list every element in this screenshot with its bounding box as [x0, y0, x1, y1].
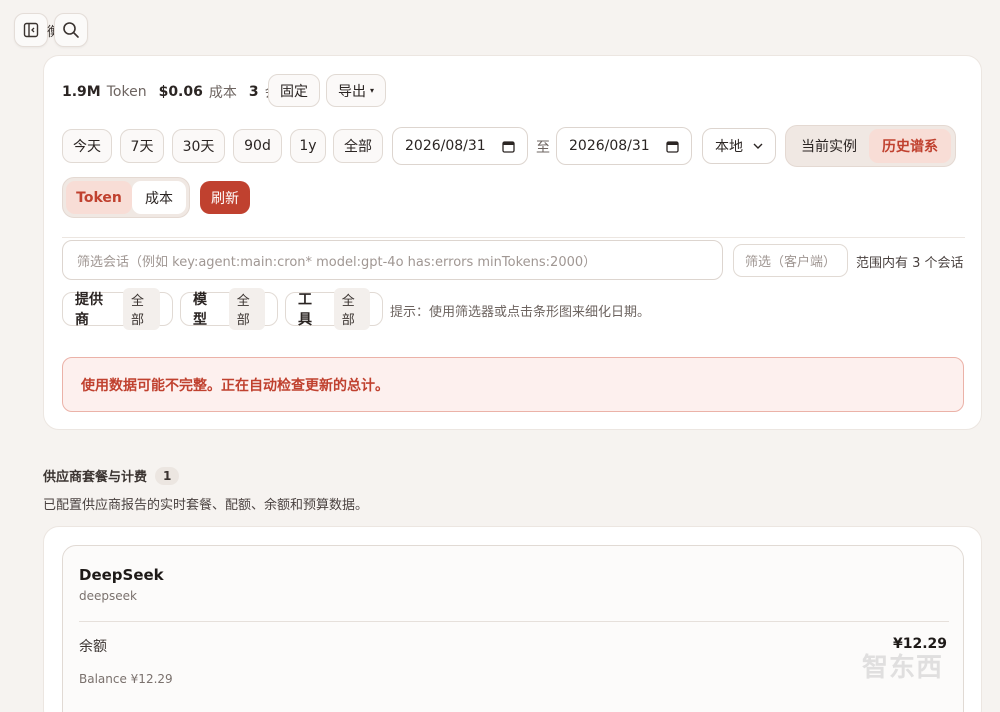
plans-card: DeepSeek deepseek 余额 ¥12.29 Balance ¥12.…	[43, 526, 982, 712]
export-button[interactable]: 导出 ▾	[326, 74, 386, 107]
filter-hint: 提示：使用筛选器或点击条形图来细化日期。	[390, 305, 651, 320]
client-filter-input[interactable]: 筛选（客户端）	[733, 244, 848, 277]
cost-value: $0.06	[158, 84, 203, 100]
export-label: 导出	[337, 83, 366, 100]
source-toggle: 当前实例 历史谱系	[785, 125, 956, 167]
calendar-icon	[502, 140, 515, 153]
chip-value: 全部	[333, 288, 370, 330]
plans-subtitle: 已配置供应商报告的实时套餐、配额、余额和预算数据。	[43, 498, 369, 513]
range-label: 30天	[182, 139, 215, 155]
provider-name: DeepSeek	[79, 566, 164, 584]
sidebar-icon	[23, 22, 39, 38]
range-label: 全部	[344, 139, 372, 155]
start-date-input[interactable]: 2026/08/31	[392, 127, 528, 165]
session-filter-input[interactable]: 筛选会话（例如 key:agent:main:cron* model:gpt-4…	[62, 240, 723, 280]
model-filter-chip[interactable]: 模型 全部	[180, 288, 278, 330]
caret-down-icon: ▾	[369, 86, 374, 95]
chip-label: 提供商	[75, 292, 103, 328]
range-button-all[interactable]: 全部	[333, 129, 383, 163]
plans-section-title: 供应商套餐与计费 1	[43, 466, 180, 485]
divider	[79, 621, 949, 622]
metric-token-tab[interactable]: Token	[66, 181, 132, 214]
range-label: 7天	[130, 139, 154, 155]
date-range-separator: 至	[536, 140, 550, 156]
search-icon	[63, 22, 79, 38]
client-filter-placeholder: 筛选（客户端）	[745, 255, 837, 270]
search-button[interactable]	[54, 13, 88, 47]
chip-value: 全部	[228, 288, 265, 330]
chip-label: 模型	[193, 292, 207, 328]
divider	[62, 237, 965, 238]
timezone-value: 本地	[715, 139, 743, 155]
tokens-value: 1.9M	[62, 84, 101, 100]
tokens-label: Token	[106, 84, 147, 100]
source-history-tab[interactable]: 历史谱系	[869, 129, 951, 163]
range-button-7d[interactable]: 7天	[120, 129, 164, 163]
range-button-1y[interactable]: 1y	[290, 129, 326, 163]
provider-filter-chip[interactable]: 提供商 全部	[62, 288, 173, 330]
range-label: 1y	[299, 138, 317, 154]
provider-id: deepseek	[79, 589, 137, 603]
tool-filter-chip[interactable]: 工具 全部	[285, 288, 383, 330]
pin-button[interactable]: 固定	[268, 74, 320, 107]
refresh-button[interactable]: 刷新	[200, 181, 250, 214]
chevron-down-icon	[753, 143, 763, 149]
calendar-icon	[666, 140, 679, 153]
range-session-count: 范围内有 3 个会话	[856, 256, 964, 271]
end-date-input[interactable]: 2026/08/31	[556, 127, 692, 165]
balance-detail: Balance ¥12.29	[79, 672, 173, 686]
end-date-value: 2026/08/31	[569, 138, 650, 154]
usage-filter-card: 1.9M Token $0.06 成本 3 会话 固定 导出 ▾ 今天 7天 3…	[43, 55, 982, 430]
warning-text: 使用数据可能不完整。正在自动检查更新的总计。	[81, 377, 389, 394]
provider-card: DeepSeek deepseek 余额 ¥12.29 Balance ¥12.…	[62, 545, 964, 712]
cost-label: 成本	[208, 85, 237, 101]
usage-summary: 1.9M Token $0.06 成本 3 会话	[62, 82, 293, 102]
range-label: 90d	[244, 138, 271, 154]
plans-title: 供应商套餐与计费	[43, 470, 148, 485]
plans-count-badge: 1	[155, 466, 180, 485]
chip-value: 全部	[122, 288, 160, 330]
source-current-tab[interactable]: 当前实例	[789, 129, 869, 163]
range-button-90d[interactable]: 90d	[233, 129, 282, 163]
balance-label: 余额	[79, 639, 107, 655]
pin-label: 固定	[280, 83, 308, 100]
session-filter-placeholder: 筛选会话（例如 key:agent:main:cron* model:gpt-4…	[77, 254, 597, 270]
watermark-logo: 智东西	[862, 653, 944, 683]
metric-cost-tab[interactable]: 成本	[132, 181, 186, 214]
sidebar-toggle-button[interactable]	[14, 13, 48, 47]
refresh-label: 刷新	[211, 190, 239, 207]
metric-toggle: Token 成本	[62, 177, 190, 218]
start-date-value: 2026/08/31	[405, 138, 486, 154]
chip-label: 工具	[298, 292, 312, 328]
sessions-value: 3	[248, 84, 259, 100]
timezone-select[interactable]: 本地	[702, 128, 776, 164]
incomplete-data-warning: 使用数据可能不完整。正在自动检查更新的总计。	[62, 357, 964, 412]
range-button-30d[interactable]: 30天	[172, 129, 225, 163]
range-button-today[interactable]: 今天	[62, 129, 112, 163]
range-label: 今天	[73, 139, 101, 155]
